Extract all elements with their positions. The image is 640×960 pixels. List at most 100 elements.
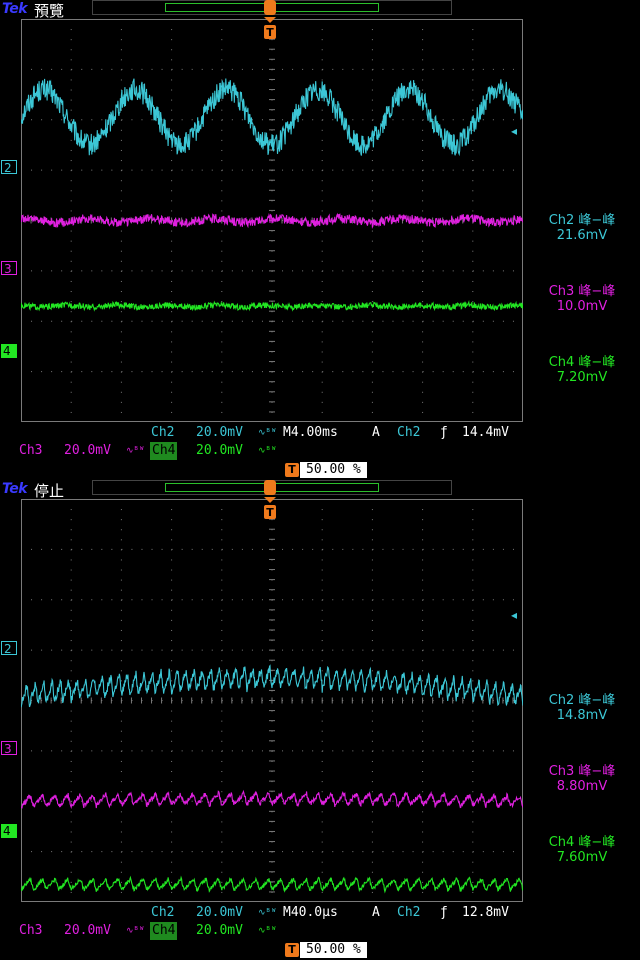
grid-dot [171, 841, 173, 843]
grid-dot [422, 710, 424, 712]
grid-dot [302, 169, 304, 171]
ch4-label[interactable]: Ch4 [150, 922, 178, 940]
grid-dot [131, 649, 133, 651]
ch3-scale[interactable]: 20.0mV [64, 922, 111, 940]
grid-dot [332, 68, 334, 70]
grid-dot [422, 740, 424, 742]
grid-dot [21, 750, 22, 752]
grid-dot [321, 401, 323, 403]
grid-dot [171, 609, 173, 611]
grid-dot [422, 599, 424, 601]
grid-dot [171, 79, 173, 81]
grid-dot [151, 800, 153, 802]
grid-dot [121, 169, 123, 171]
grid-dot [371, 250, 373, 252]
grid-dot [251, 750, 253, 752]
trigger-source[interactable]: Ch2 [397, 424, 420, 442]
trigger-source[interactable]: Ch2 [397, 904, 420, 922]
grid-dot [321, 539, 323, 541]
measurement-value: 7.20mV [556, 370, 608, 385]
ch2-label[interactable]: Ch2 [151, 904, 174, 922]
grid-dot [120, 740, 122, 742]
ch4-ground-marker[interactable]: 4 [1, 824, 17, 838]
grid-dot [332, 750, 334, 752]
ch3-label[interactable]: Ch3 [19, 442, 42, 460]
grid-dot [332, 371, 334, 373]
grid-dot [422, 750, 424, 752]
grid-dot [91, 800, 93, 802]
trigger-position-value[interactable]: 50.00 % [300, 942, 367, 958]
grid-dot [422, 509, 424, 511]
grid-dot [181, 119, 183, 121]
ch4-label[interactable]: Ch4 [150, 442, 178, 460]
grid-dot [472, 791, 474, 793]
trigger-level[interactable]: 12.8mV [462, 904, 509, 922]
grid-dot [221, 311, 223, 313]
grid-dot [472, 821, 474, 823]
grid-dot [472, 851, 474, 853]
ch2-ground-marker[interactable]: 2 [1, 160, 17, 175]
grid-dot [472, 320, 474, 322]
grid-dot [221, 791, 223, 793]
trigger-level-icon: ◂ [511, 608, 518, 622]
grid-dot [221, 139, 223, 141]
grid-dot [321, 710, 323, 712]
grid-dot [70, 791, 72, 793]
grid-dot [81, 649, 83, 651]
grid-dot [61, 851, 63, 853]
grid-dot [452, 599, 454, 601]
grid-dot [171, 270, 173, 272]
ch3-ground-marker[interactable]: 3 [1, 261, 17, 276]
ch4-scale[interactable]: 20.0mV [196, 442, 243, 460]
grid-dot [442, 270, 444, 272]
grid-dot [241, 320, 243, 322]
trigger-level[interactable]: 14.4mV [462, 424, 509, 442]
grid-dot [482, 68, 484, 70]
ch4-ground-marker[interactable]: 4 [1, 344, 17, 358]
grid-dot [221, 361, 223, 363]
grid-dot [131, 169, 133, 171]
grid-dot [472, 781, 474, 783]
grid-dot [221, 99, 223, 101]
grid-dot [221, 660, 223, 662]
grid-dot [70, 499, 72, 500]
grid-dot [221, 841, 223, 843]
grid-dot [472, 680, 474, 682]
grid-dot [452, 270, 454, 272]
grid-dot [482, 169, 484, 171]
grid-dot [161, 750, 163, 752]
grid-dot [371, 301, 373, 303]
trigger-position-value[interactable]: 50.00 % [300, 462, 367, 478]
ch3-ground-marker[interactable]: 3 [1, 741, 17, 756]
grid-dot [302, 548, 304, 550]
grid-dot [70, 260, 72, 262]
timebase[interactable]: M40.0μs [283, 904, 338, 922]
grid-dot [402, 169, 404, 171]
grid-dot [422, 609, 424, 611]
ch3-label[interactable]: Ch3 [19, 922, 42, 940]
grid-dot [21, 68, 22, 70]
grid-dot [312, 169, 314, 171]
ch4-scale[interactable]: 20.0mV [196, 922, 243, 940]
timebase[interactable]: M4.00ms [283, 424, 338, 442]
ch2-label[interactable]: Ch2 [151, 424, 174, 442]
settings-bar-bottom: Ch2 20.0mV ∿ᴮᵂ M40.0μs A Ch2 ƒ 12.8mV Ch… [0, 904, 640, 944]
grid-dot [302, 851, 304, 853]
grid-dot [442, 599, 444, 601]
grid-dot [321, 49, 323, 51]
grid-dot [191, 800, 193, 802]
ch2-ground-marker[interactable]: 2 [1, 641, 17, 656]
ch2-scale[interactable]: 20.0mV [196, 904, 243, 922]
grid-dot [312, 68, 314, 70]
grid-dot [171, 260, 173, 262]
ch2-scale[interactable]: 20.0mV [196, 424, 243, 442]
grid-dot [221, 629, 223, 631]
grid-dot [51, 320, 53, 322]
grid-dot [321, 720, 323, 722]
grid-dot [171, 180, 173, 182]
ch3-scale[interactable]: 20.0mV [64, 442, 111, 460]
grid-dot [332, 119, 334, 121]
grid-dot [70, 29, 72, 31]
grid-dot [332, 320, 334, 322]
acquisition-status: 預覽 [34, 2, 65, 20]
